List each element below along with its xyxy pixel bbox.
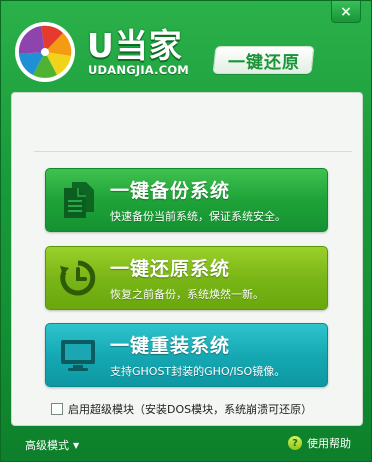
help-label: 使用帮助 bbox=[307, 437, 351, 450]
super-mode-label: 启用超级模块（安装DOS模块，系统崩溃可还原） bbox=[68, 403, 313, 416]
reinstall-subtitle: 支持GHOST封装的GHO/ISO镜像。 bbox=[110, 365, 286, 378]
close-icon: × bbox=[340, 3, 352, 20]
restore-title: 一键还原系统 bbox=[110, 258, 231, 280]
brand-domain: UDANGJIA.COM bbox=[88, 63, 189, 77]
help-link[interactable]: ? 使用帮助 bbox=[288, 435, 351, 451]
help-icon: ? bbox=[288, 436, 302, 450]
reinstall-title: 一键重装系统 bbox=[110, 335, 231, 357]
monitor-icon bbox=[46, 323, 110, 387]
backup-subtitle: 快速备份当前系统，保证系统安全。 bbox=[110, 210, 286, 223]
product-badge-label: 一键还原 bbox=[227, 52, 300, 73]
pinwheel-logo-icon bbox=[15, 22, 75, 82]
close-button[interactable]: × bbox=[331, 1, 361, 23]
restore-clock-icon bbox=[46, 246, 110, 310]
app-window: × U当家 UDANGJIA.COM 一键还原 一键备份系统 快速备份当前系统，… bbox=[0, 0, 372, 462]
restore-subtitle: 恢复之前备份，系统焕然一新。 bbox=[110, 288, 264, 301]
chevron-down-icon: ▼ bbox=[73, 440, 80, 450]
advanced-mode-label: 高级模式 bbox=[25, 439, 69, 452]
panel-divider bbox=[34, 151, 352, 152]
brand-name: U当家 bbox=[87, 26, 183, 65]
super-mode-checkbox[interactable] bbox=[51, 403, 63, 415]
product-badge: 一键还原 bbox=[212, 46, 315, 74]
restore-system-button[interactable]: 一键还原系统 恢复之前备份，系统焕然一新。 bbox=[45, 246, 328, 310]
super-mode-option[interactable]: 启用超级模块（安装DOS模块，系统崩溃可还原） bbox=[51, 401, 312, 417]
main-panel: 一键备份系统 快速备份当前系统，保证系统安全。 一键还原系统 恢复之前备份，系统… bbox=[11, 92, 363, 426]
documents-icon bbox=[46, 168, 110, 232]
reinstall-system-button[interactable]: 一键重装系统 支持GHOST封装的GHO/ISO镜像。 bbox=[45, 323, 328, 387]
backup-system-button[interactable]: 一键备份系统 快速备份当前系统，保证系统安全。 bbox=[45, 168, 328, 232]
backup-title: 一键备份系统 bbox=[110, 180, 231, 202]
advanced-mode-dropdown[interactable]: 高级模式 ▼ bbox=[25, 437, 79, 453]
